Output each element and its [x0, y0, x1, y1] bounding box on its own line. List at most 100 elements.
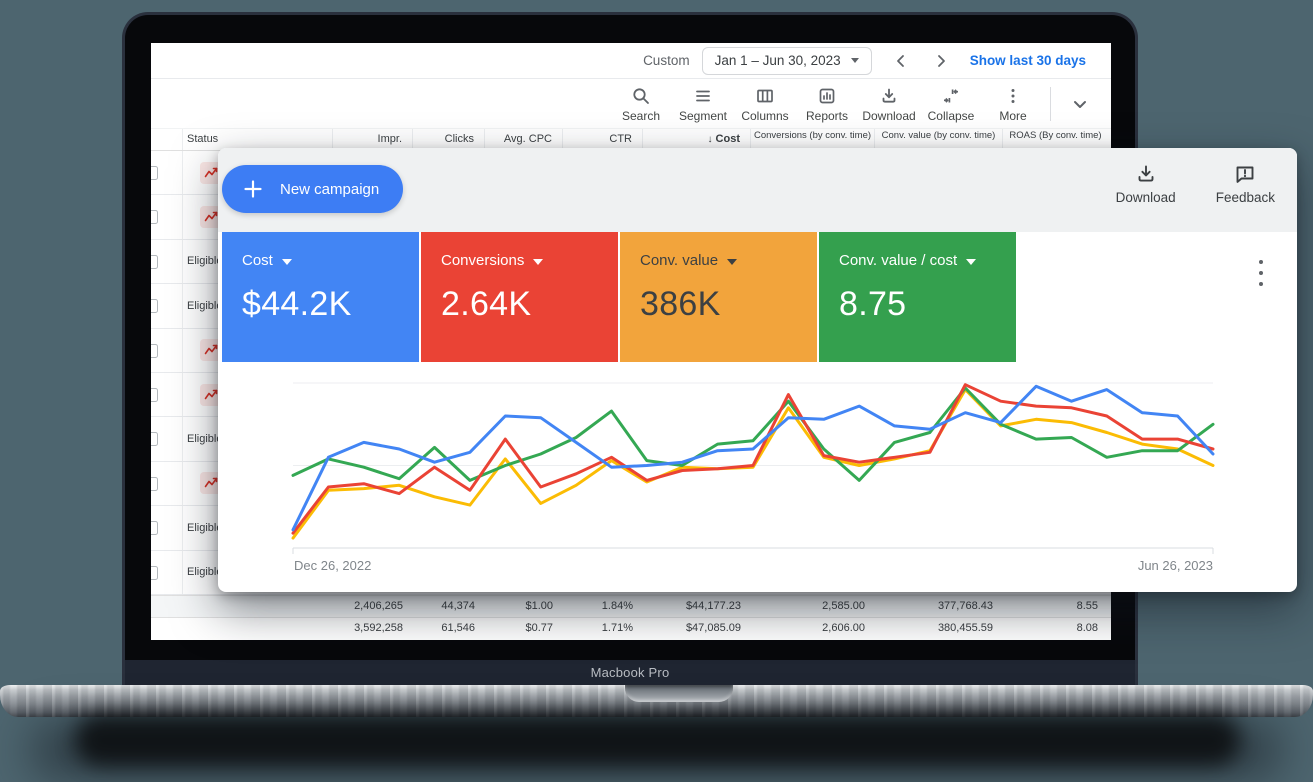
total-conversions: 2,606.00 — [822, 621, 865, 634]
scorecard-label: Conv. value / cost — [839, 252, 958, 269]
scorecard-label: Conv. value — [640, 252, 719, 269]
scorecard-label: Cost — [242, 252, 273, 269]
total-cost: $44,177.23 — [685, 600, 741, 613]
toolbar-divider — [1050, 87, 1051, 121]
next-period-button[interactable] — [930, 50, 952, 72]
card-download-label: Download — [1115, 190, 1176, 205]
header-clicks[interactable]: Clicks — [413, 129, 485, 150]
header-ctr[interactable]: CTR — [563, 129, 643, 150]
more-vertical-icon — [1011, 88, 1015, 103]
table-totals: 2,406,265 44,374 $1.00 1.84% $44,177.23 … — [151, 595, 1111, 638]
header-conv-value[interactable]: Conv. value (by conv. time) — [875, 129, 1003, 150]
header-conversions[interactable]: Conversions (by conv. time) — [751, 129, 875, 150]
scorecard-value: 8.75 — [839, 285, 907, 323]
trend-chart: Dec 26, 2022 Jun 26, 2023 — [218, 362, 1297, 592]
caret-down-icon — [966, 258, 977, 265]
clipped-campaign-type-icon — [151, 299, 158, 314]
chevron-left-icon — [896, 54, 904, 67]
total-ctr: 1.84% — [601, 600, 633, 613]
total-roas: 8.08 — [1076, 621, 1098, 634]
total-conv-value: 380,455.59 — [937, 621, 993, 634]
totals-row-filtered: 2,406,265 44,374 $1.00 1.84% $44,177.23 … — [151, 595, 1111, 617]
overview-card-header: New campaign Download Feedback — [218, 148, 1297, 232]
table-toolbar: Search Segment Columns Reports Download — [151, 80, 1111, 128]
clipped-campaign-type-icon — [151, 343, 158, 358]
collapse-panel-chevron[interactable] — [1065, 92, 1095, 116]
header-cost[interactable]: ↓ Cost — [643, 129, 751, 150]
total-avg-cpc: $1.00 — [525, 600, 553, 613]
show-last-30-days-link[interactable]: Show last 30 days — [970, 53, 1086, 68]
segment-icon — [696, 90, 710, 101]
scorecard-cost[interactable]: Cost $44.2K — [222, 232, 419, 362]
scorecard-conv-value[interactable]: Conv. value 386K — [620, 232, 817, 362]
toolbar-label: Segment — [678, 108, 728, 123]
reports-button[interactable]: Reports — [796, 86, 858, 123]
total-impr: 3,592,258 — [354, 621, 403, 634]
clipped-campaign-type-icon — [151, 210, 158, 225]
clipped-campaign-type-icon — [151, 565, 158, 580]
scorecard-bar: Cost $44.2K Conversions 2.64K Conv. valu… — [222, 232, 1016, 362]
header-roas[interactable]: ROAS (By conv. time) — [1003, 129, 1108, 150]
total-avg-cpc: $0.77 — [525, 621, 553, 634]
scorecard-conversions[interactable]: Conversions 2.64K — [421, 232, 618, 362]
search-icon — [633, 87, 649, 104]
total-cost: $47,085.09 — [685, 621, 741, 634]
total-clicks: 44,374 — [441, 600, 475, 613]
header-avg-cpc[interactable]: Avg. CPC — [485, 129, 563, 150]
header-status[interactable]: Status — [183, 129, 333, 150]
caret-down-icon — [850, 58, 859, 63]
new-campaign-button[interactable]: New campaign — [222, 165, 403, 213]
scorecard-value: 386K — [640, 285, 721, 323]
caret-down-icon — [281, 258, 292, 265]
toolbar-label: Search — [621, 108, 661, 123]
columns-icon — [757, 89, 773, 102]
segment-button[interactable]: Segment — [672, 86, 734, 123]
chart-options-menu-button[interactable] — [1252, 258, 1270, 288]
overview-card: New campaign Download Feedback Cost $44.… — [218, 148, 1297, 592]
date-range-bar: Custom Jan 1 – Jun 30, 2023 Show last 30… — [151, 43, 1111, 79]
laptop-brand-strip: Macbook Pro — [125, 660, 1135, 685]
x-axis-end-label: Jun 26, 2023 — [1137, 558, 1213, 573]
search-button[interactable]: Search — [610, 86, 672, 123]
laptop-lid-notch — [625, 685, 733, 702]
scorecard-value: 2.64K — [441, 285, 532, 323]
plus-icon — [244, 180, 262, 198]
date-range-picker[interactable]: Jan 1 – Jun 30, 2023 — [701, 46, 872, 75]
totals-row-account: 3,592,258 61,546 $0.77 1.71% $47,085.09 … — [151, 616, 1111, 639]
download-button[interactable]: Download — [858, 86, 920, 123]
scorecard-value: $44.2K — [242, 285, 352, 323]
clipped-campaign-type-icon — [151, 254, 158, 269]
clipped-campaign-type-icon — [151, 166, 158, 180]
sort-descending-icon: ↓ — [707, 134, 713, 145]
more-button[interactable]: More — [982, 86, 1044, 123]
total-roas: 8.55 — [1076, 600, 1098, 613]
date-range-value: Jan 1 – Jun 30, 2023 — [714, 53, 841, 68]
trend-chart-plot — [291, 382, 1215, 554]
download-icon — [1138, 165, 1154, 182]
prev-period-button[interactable] — [890, 50, 912, 72]
scorecard-label: Conversions — [441, 252, 525, 269]
columns-button[interactable]: Columns — [734, 86, 796, 123]
total-conversions: 2,585.00 — [822, 600, 865, 613]
collapse-icon — [944, 88, 958, 103]
chevron-right-icon — [937, 54, 945, 67]
clipped-campaign-type-icon — [151, 432, 158, 447]
x-axis-start-label: Dec 26, 2022 — [294, 558, 372, 573]
toolbar-label: More — [999, 108, 1027, 123]
card-download-button[interactable]: Download — [1116, 162, 1176, 205]
total-impr: 2,406,265 — [354, 600, 403, 613]
clipped-campaign-type-icon — [151, 476, 158, 491]
trend-line-conversions — [291, 383, 1215, 535]
total-conv-value: 377,768.43 — [937, 600, 993, 613]
collapse-button[interactable]: Collapse — [920, 86, 982, 123]
card-feedback-button[interactable]: Feedback — [1216, 162, 1275, 205]
laptop-shadow — [75, 714, 1240, 766]
header-impressions[interactable]: Impr. — [333, 129, 413, 150]
caret-down-icon — [533, 258, 544, 265]
toolbar-label: Collapse — [927, 108, 975, 123]
total-clicks: 61,546 — [441, 621, 475, 634]
reports-icon — [819, 88, 835, 103]
clipped-campaign-type-icon — [151, 521, 158, 536]
scorecard-conv-value-per-cost[interactable]: Conv. value / cost 8.75 — [819, 232, 1016, 362]
card-feedback-label: Feedback — [1215, 190, 1275, 205]
